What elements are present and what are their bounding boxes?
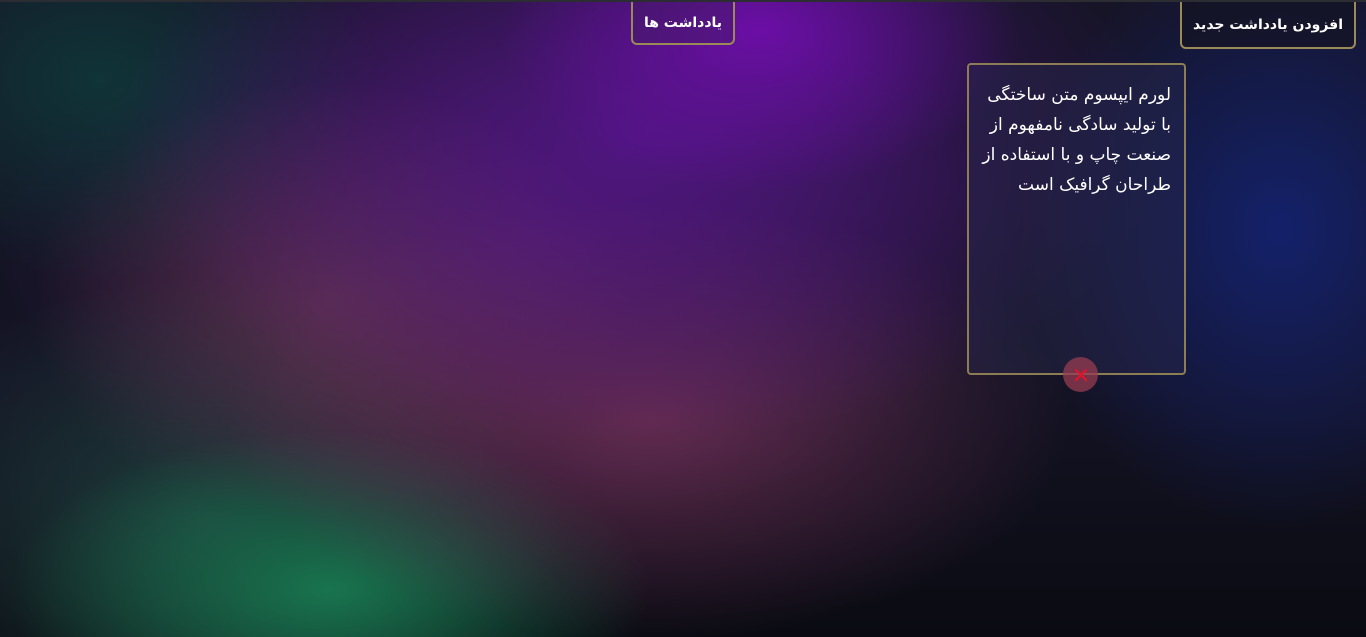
note-card: لورم ایپسوم متن ساختگی با تولید سادگی نا… [967,63,1186,375]
add-note-button[interactable]: افزودن یادداشت جدید [1180,2,1356,49]
note-text: لورم ایپسوم متن ساختگی با تولید سادگی نا… [982,85,1171,195]
delete-note-button[interactable] [1063,357,1098,392]
notes-button[interactable]: یادداشت ها [631,2,735,45]
close-icon [1074,368,1087,381]
